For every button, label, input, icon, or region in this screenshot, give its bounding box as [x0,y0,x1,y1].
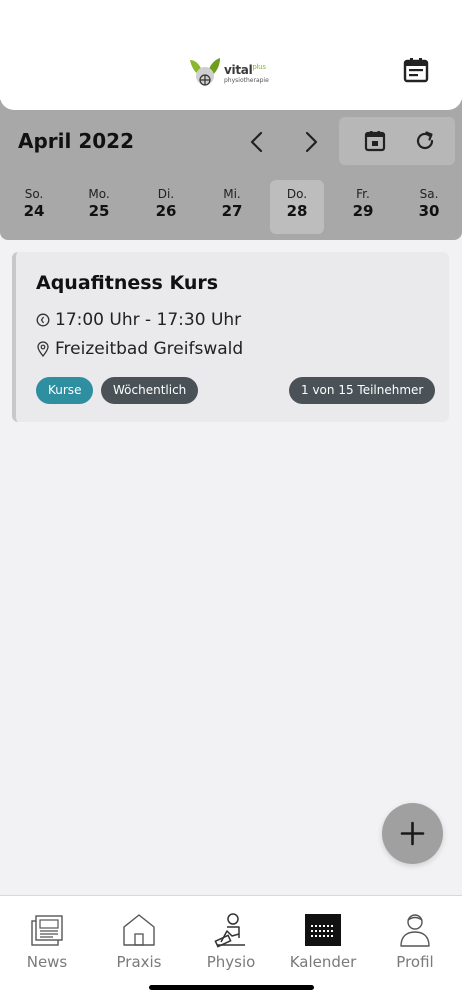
calendar-toolbar: April 2022 So. 24 Mo. 25 Di. 26 Mi. 27 D… [0,100,462,240]
logo-leaf-icon [190,58,220,86]
tab-kalender-active[interactable]: Kalender [277,896,369,996]
tab-label: News [26,953,68,971]
tab-praxis[interactable]: Praxis [93,896,185,996]
event-time-row: 17:00 Uhr - 17:30 Uhr [36,310,241,330]
day-name: Di. [157,187,175,201]
logo-plus: plus [252,63,266,71]
day-number: 26 [155,202,177,220]
category-badge: Kurse [36,377,94,404]
location-pin-icon [37,341,49,357]
day-number: 25 [88,202,110,220]
day-number: 30 [418,202,440,220]
day-sunday[interactable]: So. 24 [7,180,61,234]
logo-wordmark: vital [224,63,253,77]
tab-label: Kalender [289,953,357,971]
day-number: 27 [221,202,243,220]
day-name: Mo. [88,187,110,201]
logo-subtitle: physiotherapie [224,77,269,84]
app-logo: vitalplus physiotherapie [188,56,278,88]
day-name: Sa. [419,187,439,201]
tab-label: Physio [206,953,256,971]
newspaper-icon [31,915,63,946]
toolbar-actions [339,117,455,165]
tab-news[interactable]: News [1,896,93,996]
chevron-right-icon[interactable] [301,130,321,154]
plus-icon [400,821,425,846]
month-label: April 2022 [18,129,134,153]
day-name: Fr. [356,187,370,201]
tab-label: Praxis [116,953,162,971]
app-header: vitalplus physiotherapie [0,0,462,110]
house-icon [123,914,155,946]
calendar-note-icon[interactable] [403,57,429,83]
participants-badge: 1 von 15 Teilnehmer [289,377,436,404]
day-thursday-selected[interactable]: Do. 28 [270,180,324,234]
event-time: 17:00 Uhr - 17:30 Uhr [55,310,242,330]
event-location-row: Freizeitbad Greifswald [36,339,243,359]
calendar-grid-icon [305,914,341,946]
physio-person-icon [214,913,245,948]
tab-label: Profil [396,953,434,971]
reload-icon[interactable] [414,130,436,152]
event-title: Aquafitness Kurs [36,272,219,294]
day-friday[interactable]: Fr. 29 [336,180,390,234]
day-saturday[interactable]: Sa. 30 [402,180,456,234]
home-indicator [149,985,314,990]
add-event-button[interactable] [382,803,443,864]
calendar-today-icon[interactable] [364,130,386,152]
day-name: So. [24,187,44,201]
event-card[interactable]: Aquafitness Kurs 17:00 Uhr - 17:30 Uhr F… [12,252,449,422]
day-number: 28 [286,202,308,220]
event-location: Freizeitbad Greifswald [55,339,244,359]
day-tuesday[interactable]: Di. 26 [139,180,193,234]
chevron-left-icon[interactable] [247,130,267,154]
day-number: 29 [352,202,374,220]
day-wednesday[interactable]: Mi. 27 [205,180,259,234]
day-monday[interactable]: Mo. 25 [72,180,126,234]
day-name: Mi. [223,187,241,201]
profile-person-icon [400,914,430,947]
frequency-badge: Wöchentlich [101,377,199,404]
day-number: 24 [23,202,45,220]
day-name: Do. [286,187,308,201]
tab-physio[interactable]: Physio [185,896,277,996]
tab-profil[interactable]: Profil [369,896,461,996]
clock-icon [36,313,50,327]
